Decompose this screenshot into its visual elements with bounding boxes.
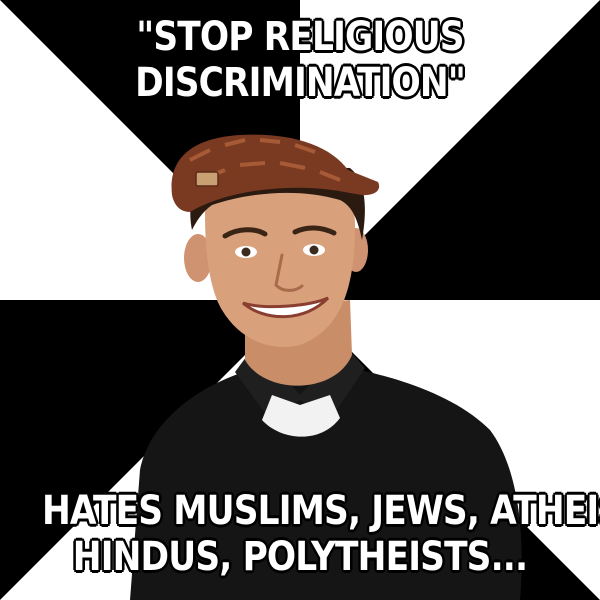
bottom-caption-line-2: HINDUS, POLYTHEISTS... (72, 534, 528, 580)
bottom-caption: HATES MUSLIMS, JEWS, ATHEISTS, HINDUS, P… (42, 488, 600, 580)
left-pupil (241, 247, 251, 257)
top-caption-line-1: "STOP RELIGIOUS (136, 14, 464, 60)
bottom-caption-line-1: HATES MUSLIMS, JEWS, ATHEISTS, (42, 488, 600, 534)
right-pupil (309, 245, 319, 255)
hat-logo-patch (195, 171, 219, 187)
top-caption-line-2: DISCRIMINATION" (135, 60, 466, 106)
top-caption: "STOP RELIGIOUS DISCRIMINATION" (42, 14, 558, 106)
meme-image: "STOP RELIGIOUS DISCRIMINATION" HATES MU… (0, 0, 600, 600)
